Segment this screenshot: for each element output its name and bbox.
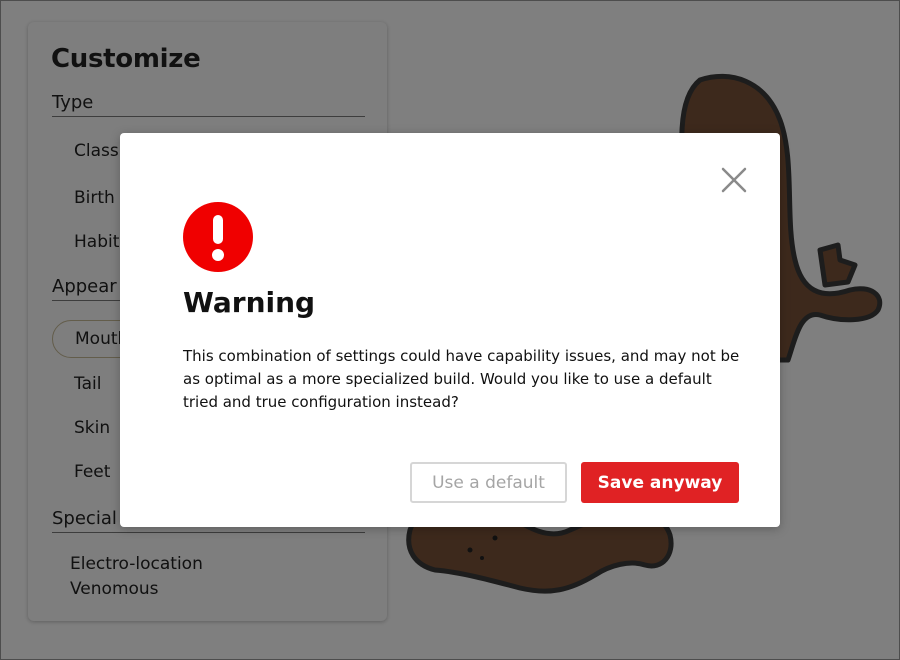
dialog-message: This combination of settings could have … bbox=[183, 347, 740, 411]
dialog-title: Warning bbox=[183, 286, 316, 319]
warning-dialog: Warning This combination of settings cou… bbox=[120, 133, 780, 527]
exclamation-circle-icon bbox=[183, 202, 253, 272]
save-anyway-button[interactable]: Save anyway bbox=[581, 462, 739, 503]
use-default-button[interactable]: Use a default bbox=[410, 462, 567, 503]
close-icon[interactable] bbox=[719, 165, 749, 195]
